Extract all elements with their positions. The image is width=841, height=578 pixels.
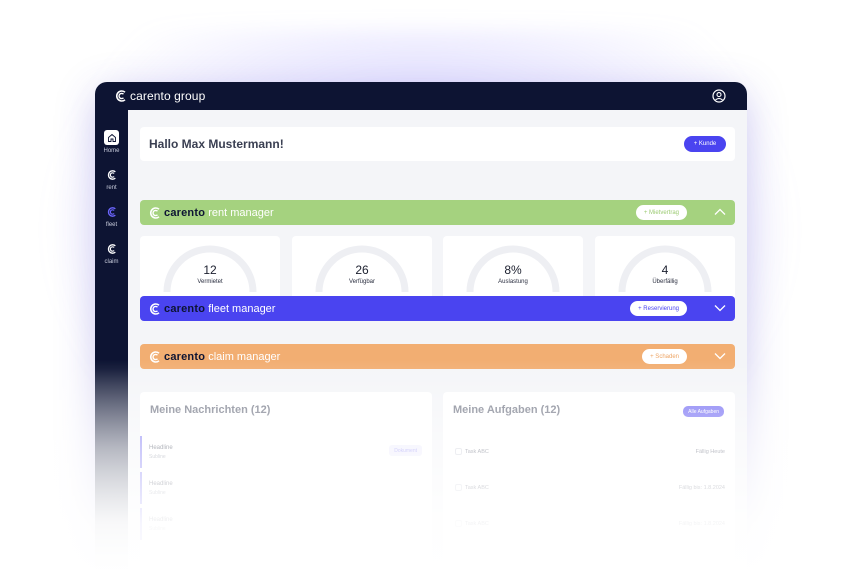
user-circle-icon[interactable] (712, 89, 726, 103)
fleet-manager-bar[interactable]: carento fleet manager + Reservierung (140, 296, 735, 321)
message-subline: Subline (149, 526, 166, 532)
all-tasks-button[interactable]: Alle Aufgaben (683, 406, 724, 417)
stat-value: 4 (661, 263, 669, 277)
stat-card-rented: 12 Vermietet (140, 236, 280, 300)
add-rental-contract-button[interactable]: + Mietvertrag (635, 205, 687, 220)
chevron-down-icon[interactable] (714, 351, 726, 361)
task-name: Task ABC (465, 449, 489, 455)
sidebar-item-rent[interactable]: rent (95, 167, 128, 191)
carento-logo-icon (104, 241, 119, 256)
rent-manager-title: carento rent manager (164, 207, 274, 219)
sidebar-item-fleet[interactable]: fleet (95, 204, 128, 228)
stat-value: 12 (203, 263, 217, 277)
task-name: Task ABC (465, 521, 489, 527)
home-icon (104, 130, 119, 145)
product-name: fleet manager (208, 302, 276, 315)
tasks-title: Meine Aufgaben (12) (453, 404, 561, 416)
carento-logo-icon (150, 350, 160, 363)
product-name: claim manager (208, 350, 281, 363)
stat-label: Auslastung (498, 279, 528, 285)
brand-name: carento group (130, 89, 206, 103)
chevron-up-icon[interactable] (714, 207, 726, 217)
sidebar-item-label: fleet (105, 222, 118, 228)
carento-logo-icon (104, 167, 119, 182)
product-name: rent manager (208, 206, 274, 219)
list-item[interactable]: Headline Subline Dokument (140, 436, 432, 468)
messages-panel: Meine Nachrichten (12) Headline Subline … (140, 392, 432, 578)
message-headline: Headline (149, 445, 173, 451)
top-bar: carento group (95, 82, 747, 110)
stat-label: Überfällig (652, 279, 678, 285)
stat-label: Verfügbar (348, 279, 376, 285)
tasks-panel: Meine Aufgaben (12) Alle Aufgaben Task A… (443, 392, 735, 578)
main-content: Hallo Max Mustermann! + Kunde carento re… (128, 110, 747, 578)
stat-label: Vermietet (197, 279, 223, 285)
claim-manager-bar[interactable]: carento claim manager + Schaden (140, 344, 735, 369)
stat-card-overdue: 4 Überfällig (595, 236, 735, 300)
claim-manager-title: carento claim manager (164, 351, 280, 363)
task-name: Task ABC (465, 485, 489, 491)
rent-manager-bar[interactable]: carento rent manager + Mietvertrag (140, 200, 735, 225)
message-headline: Headline (149, 481, 173, 487)
brand[interactable]: carento group (115, 89, 205, 103)
add-reservation-button[interactable]: + Reservierung (630, 301, 687, 316)
carento-logo-icon (116, 90, 126, 102)
sidebar-item-home[interactable]: Home (95, 130, 128, 154)
add-customer-button[interactable]: + Kunde (684, 136, 726, 152)
task-due: Fällig bis: 1.8.2024 (678, 521, 725, 527)
sidebar-item-label: Home (103, 148, 120, 154)
document-tag[interactable]: Dokument (389, 445, 422, 456)
message-subline: Subline (149, 454, 166, 460)
rent-stats: 12 Vermietet 26 Verfügbar 8% Auslastung … (140, 236, 735, 302)
list-item[interactable]: Task ABC Fällig Heute (443, 436, 735, 468)
task-checkbox[interactable] (455, 448, 462, 455)
carento-logo-icon (104, 204, 119, 219)
unread-indicator (140, 436, 142, 468)
add-claim-button[interactable]: + Schaden (642, 349, 687, 364)
carento-logo-icon (150, 206, 160, 219)
page-title: Hallo Max Mustermann! (149, 137, 284, 151)
stat-value: 8% (504, 263, 522, 277)
message-subline: Subline (149, 490, 166, 496)
brand-name: carento (164, 302, 206, 315)
list-item[interactable]: Headline Subline (140, 508, 432, 540)
greeting-card: Hallo Max Mustermann! + Kunde (140, 127, 735, 161)
list-item[interactable]: Task ABC Fällig bis: 1.8.2024 (443, 472, 735, 504)
unread-indicator (140, 508, 142, 540)
sidebar-item-claim[interactable]: claim (95, 241, 128, 265)
message-headline: Headline (149, 517, 173, 523)
sidebar: Home rent fleet claim (95, 110, 128, 578)
task-checkbox[interactable] (455, 484, 462, 491)
task-checkbox[interactable] (455, 520, 462, 527)
carento-logo-icon (150, 302, 160, 315)
brand-name: carento (164, 350, 206, 363)
list-item[interactable]: Task ABC Fällig bis: 1.8.2024 (443, 508, 735, 540)
sidebar-item-label: claim (104, 259, 119, 265)
app-window: carento group Home rent fleet claim Hall… (95, 82, 747, 578)
list-item[interactable]: Headline Subline (140, 472, 432, 504)
task-due: Fällig bis: 1.8.2024 (678, 485, 725, 491)
fleet-manager-title: carento fleet manager (164, 303, 275, 315)
brand-name: carento (164, 206, 206, 219)
stat-card-available: 26 Verfügbar (292, 236, 432, 300)
stat-value: 26 (355, 263, 369, 277)
chevron-down-icon[interactable] (714, 303, 726, 313)
task-due: Fällig Heute (695, 449, 725, 455)
unread-indicator (140, 472, 142, 504)
sidebar-item-label: rent (106, 185, 117, 191)
stat-card-utilization: 8% Auslastung (443, 236, 583, 300)
messages-title: Meine Nachrichten (12) (150, 404, 271, 416)
